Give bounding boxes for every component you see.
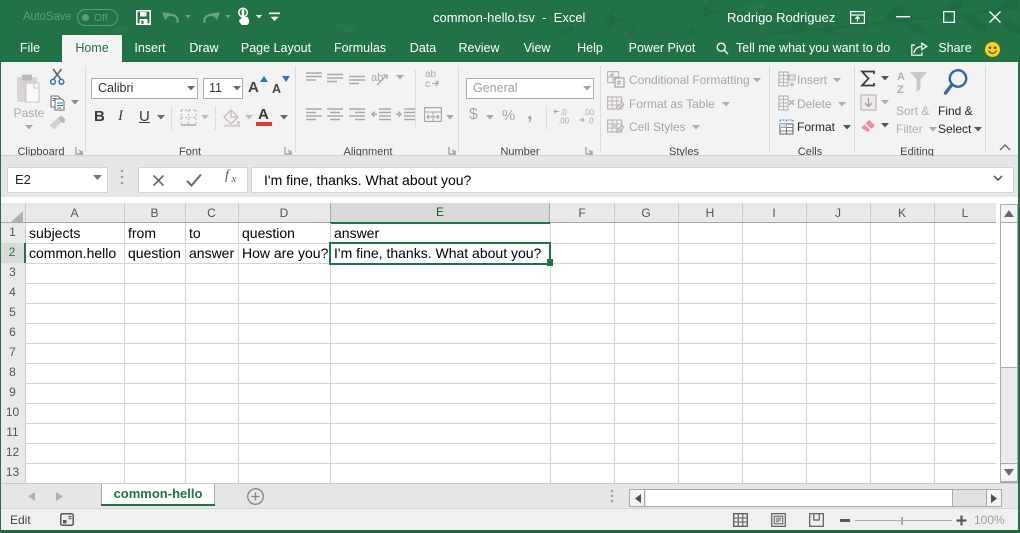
svg-text:.0: .0 [587, 117, 594, 125]
svg-text:.00: .00 [558, 117, 570, 125]
svg-text:c: c [425, 79, 430, 88]
svg-text:Z: Z [897, 84, 904, 96]
svg-text:ab: ab [371, 72, 383, 84]
svg-text:A: A [897, 71, 905, 83]
svg-text:≠: ≠ [617, 78, 622, 88]
